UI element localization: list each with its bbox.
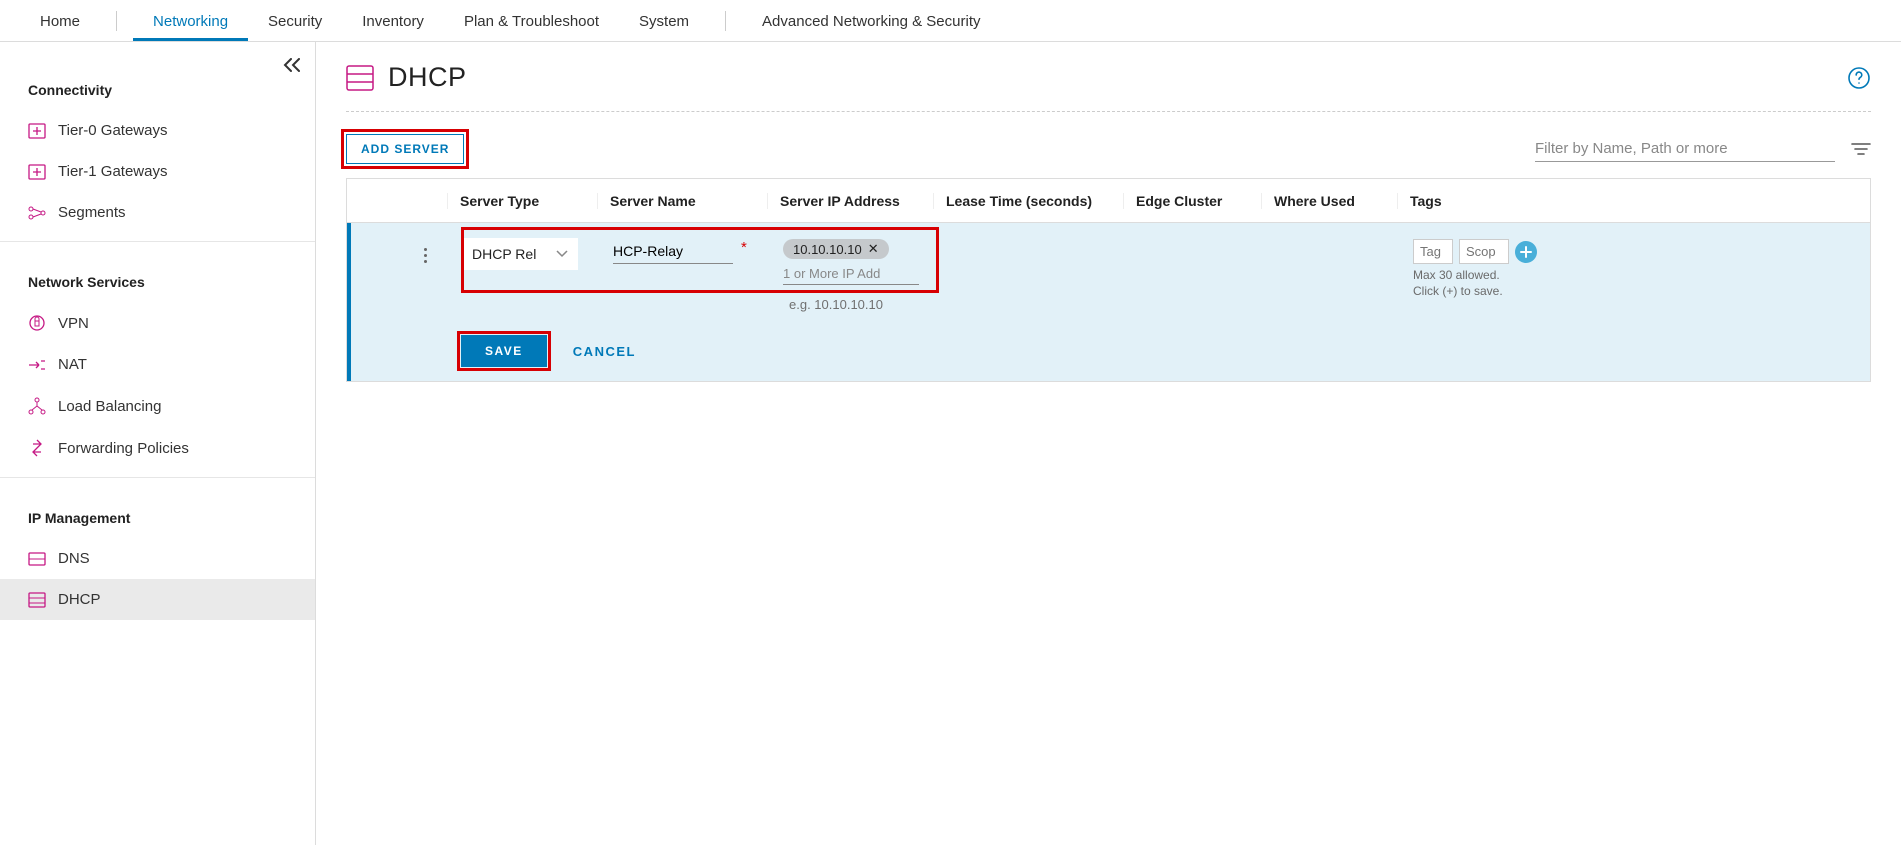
nav-inventory[interactable]: Inventory: [342, 2, 444, 40]
help-icon: [1847, 66, 1871, 90]
tier0-icon: [28, 123, 46, 139]
divider: [0, 477, 315, 478]
nav-divider: [725, 11, 726, 31]
lb-icon: [28, 397, 46, 415]
ip-chip[interactable]: 10.10.10.10 ✕: [783, 239, 889, 259]
dns-icon: [28, 552, 46, 566]
collapse-sidebar-button[interactable]: [283, 58, 301, 72]
top-nav: Home Networking Security Inventory Plan …: [0, 0, 1901, 42]
col-where-used[interactable]: Where Used: [1261, 193, 1397, 209]
ip-chip-value: 10.10.10.10: [793, 242, 862, 257]
separator: [346, 111, 1871, 112]
segments-icon: [28, 205, 46, 221]
cancel-button[interactable]: CANCEL: [573, 344, 636, 359]
nav-advanced[interactable]: Advanced Networking & Security: [742, 2, 1000, 40]
scope-input[interactable]: [1459, 239, 1509, 264]
ip-address-input[interactable]: [783, 263, 919, 285]
fwd-icon: [28, 439, 46, 457]
col-tags[interactable]: Tags: [1397, 193, 1870, 209]
sidebar-item-tier1[interactable]: Tier-1 Gateways: [0, 151, 315, 192]
nav-networking[interactable]: Networking: [133, 2, 248, 40]
sidebar-item-dhcp[interactable]: DHCP: [0, 579, 315, 620]
sidebar-item-label: Load Balancing: [58, 398, 161, 415]
sidebar-item-label: VPN: [58, 315, 89, 332]
grid-row-editing: DHCP Rel * 10.10.10.10 ✕: [347, 223, 1870, 315]
chevron-down-icon: [556, 250, 568, 258]
section-title-connectivity: Connectivity: [0, 58, 315, 110]
section-title-network-services: Network Services: [0, 250, 315, 302]
sidebar-item-label: Tier-1 Gateways: [58, 163, 167, 180]
sidebar-item-segments[interactable]: Segments: [0, 192, 315, 233]
nav-home[interactable]: Home: [20, 2, 100, 40]
help-button[interactable]: [1847, 66, 1871, 90]
sidebar-item-label: DNS: [58, 550, 90, 567]
chip-remove-icon[interactable]: ✕: [868, 241, 879, 257]
filter-input[interactable]: [1535, 136, 1835, 162]
server-name-input[interactable]: [613, 239, 733, 264]
nat-icon: [28, 357, 46, 373]
tag-input[interactable]: [1413, 239, 1453, 264]
sidebar-item-label: Tier-0 Gateways: [58, 122, 167, 139]
sidebar-item-label: DHCP: [58, 591, 101, 608]
nav-security[interactable]: Security: [248, 2, 342, 40]
sidebar-item-label: NAT: [58, 356, 87, 373]
toolbar: ADD SERVER: [346, 134, 1871, 164]
dhcp-icon: [28, 592, 46, 608]
page-title: DHCP: [388, 62, 467, 93]
required-indicator: *: [741, 239, 747, 256]
row-expand: [351, 239, 399, 299]
filter-icon[interactable]: [1851, 142, 1871, 156]
save-button[interactable]: SAVE: [461, 335, 547, 367]
page-header: DHCP: [346, 62, 1871, 111]
col-server-name[interactable]: Server Name: [597, 193, 767, 209]
sidebar-item-load-balancing[interactable]: Load Balancing: [0, 385, 315, 427]
section-title-ip-management: IP Management: [0, 486, 315, 538]
tier1-icon: [28, 164, 46, 180]
row-menu-button[interactable]: [411, 239, 439, 271]
sidebar-item-label: Forwarding Policies: [58, 440, 189, 457]
add-tag-button[interactable]: [1515, 241, 1537, 263]
sidebar-item-label: Segments: [58, 204, 126, 221]
col-server-ip[interactable]: Server IP Address: [767, 193, 933, 209]
sidebar-item-nat[interactable]: NAT: [0, 344, 315, 385]
server-type-value: DHCP Rel: [472, 246, 552, 262]
tag-hint-text: Max 30 allowed. Click (+) to save.: [1413, 268, 1523, 299]
nav-system[interactable]: System: [619, 2, 709, 40]
col-lease-time[interactable]: Lease Time (seconds): [933, 193, 1123, 209]
chevron-double-left-icon: [283, 58, 301, 72]
grid-header: Server Type Server Name Server IP Addres…: [347, 179, 1870, 223]
add-server-button[interactable]: ADD SERVER: [346, 134, 464, 164]
row-actions: SAVE CANCEL: [347, 315, 1870, 381]
plus-icon: [1520, 246, 1532, 258]
server-type-select[interactable]: DHCP Rel: [463, 239, 577, 269]
vpn-icon: [28, 314, 46, 332]
nav-divider: [116, 11, 117, 31]
sidebar-item-vpn[interactable]: VPN: [0, 302, 315, 344]
sidebar: Connectivity Tier-0 Gateways Tier-1 Gate…: [0, 42, 316, 845]
nav-plan-troubleshoot[interactable]: Plan & Troubleshoot: [444, 2, 619, 40]
col-server-type[interactable]: Server Type: [447, 193, 597, 209]
divider: [0, 241, 315, 242]
col-edge-cluster[interactable]: Edge Cluster: [1123, 193, 1261, 209]
main-content: DHCP ADD SERVER Server Type Server Name …: [316, 42, 1901, 845]
ip-hint-text: e.g. 10.10.10.10: [789, 297, 883, 312]
sidebar-item-dns[interactable]: DNS: [0, 538, 315, 579]
sidebar-item-tier0[interactable]: Tier-0 Gateways: [0, 110, 315, 151]
dhcp-page-icon: [346, 65, 374, 91]
sidebar-item-forwarding-policies[interactable]: Forwarding Policies: [0, 427, 315, 469]
dhcp-grid: Server Type Server Name Server IP Addres…: [346, 178, 1871, 382]
